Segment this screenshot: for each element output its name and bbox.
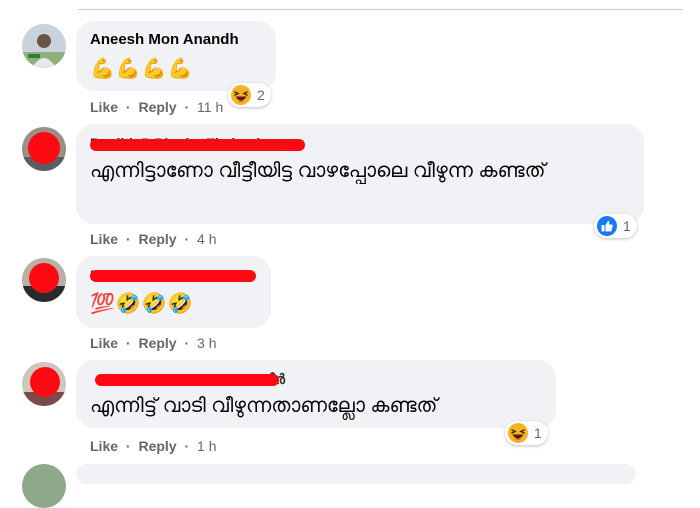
haha-icon bbox=[508, 423, 528, 443]
comment-text: 💯🤣🤣🤣 bbox=[90, 293, 194, 315]
top-divider bbox=[78, 9, 683, 10]
redaction-mark bbox=[90, 139, 305, 151]
comment-time[interactable]: 11 h bbox=[197, 99, 223, 115]
like-button[interactable]: Like bbox=[90, 335, 118, 351]
like-button[interactable]: Like bbox=[90, 438, 118, 454]
comment-text: എന്നിട്ട് വാടി വീഴുന്നതാണല്ലോ കണ്ടത് bbox=[90, 395, 438, 417]
comment-actions: Like · Reply · 1 h bbox=[90, 438, 217, 454]
comment-text: 💪💪💪💪 bbox=[90, 58, 194, 80]
like-button[interactable]: Like bbox=[90, 99, 118, 115]
comment-bubble: ബഷീർ എന്നിട്ട് വാടി വീഴുന്നതാണല്ലോ കണ്ടത… bbox=[76, 360, 556, 428]
comment-text: എന്നിട്ടാണോ വീട്ടീയിട്ട വാഴപ്പോലെ വീഴുന്… bbox=[90, 160, 546, 182]
comment-actions: Like · Reply · 3 h bbox=[90, 335, 217, 351]
reaction-count-text: 2 bbox=[257, 87, 265, 103]
reaction-count-text: 1 bbox=[534, 425, 542, 441]
avatar[interactable] bbox=[22, 258, 66, 302]
haha-icon bbox=[231, 85, 251, 105]
avatar[interactable] bbox=[22, 362, 66, 406]
reply-button[interactable]: Reply bbox=[138, 438, 176, 454]
comment-bubble bbox=[76, 464, 636, 484]
comment-time[interactable]: 4 h bbox=[197, 231, 216, 247]
comment-bubble: Aneesh Mon Anandh 💪💪💪💪 bbox=[76, 21, 276, 91]
avatar[interactable] bbox=[22, 127, 66, 171]
reaction-count[interactable]: 1 bbox=[505, 421, 548, 445]
comment-actions: Like · Reply · 4 h bbox=[90, 231, 217, 247]
comment-bubble: Mahesh Kumar Vinod 💯🤣🤣🤣 bbox=[76, 256, 271, 328]
reply-button[interactable]: Reply bbox=[138, 99, 176, 115]
reply-button[interactable]: Reply bbox=[138, 231, 176, 247]
redaction-mark bbox=[90, 270, 256, 282]
comment-time[interactable]: 3 h bbox=[197, 335, 216, 351]
reaction-count[interactable]: 2 bbox=[228, 83, 271, 107]
like-button[interactable]: Like bbox=[90, 231, 118, 247]
reaction-count[interactable]: 1 bbox=[594, 214, 637, 238]
like-icon bbox=[597, 216, 617, 236]
redaction-mark bbox=[95, 374, 279, 386]
reaction-count-text: 1 bbox=[623, 218, 631, 234]
comment-actions: Like · Reply · 11 h bbox=[90, 99, 224, 115]
avatar[interactable] bbox=[22, 24, 66, 68]
reply-button[interactable]: Reply bbox=[138, 335, 176, 351]
comment-time[interactable]: 1 h bbox=[197, 438, 216, 454]
comment-author[interactable]: Aneesh Mon Anandh bbox=[90, 30, 262, 50]
